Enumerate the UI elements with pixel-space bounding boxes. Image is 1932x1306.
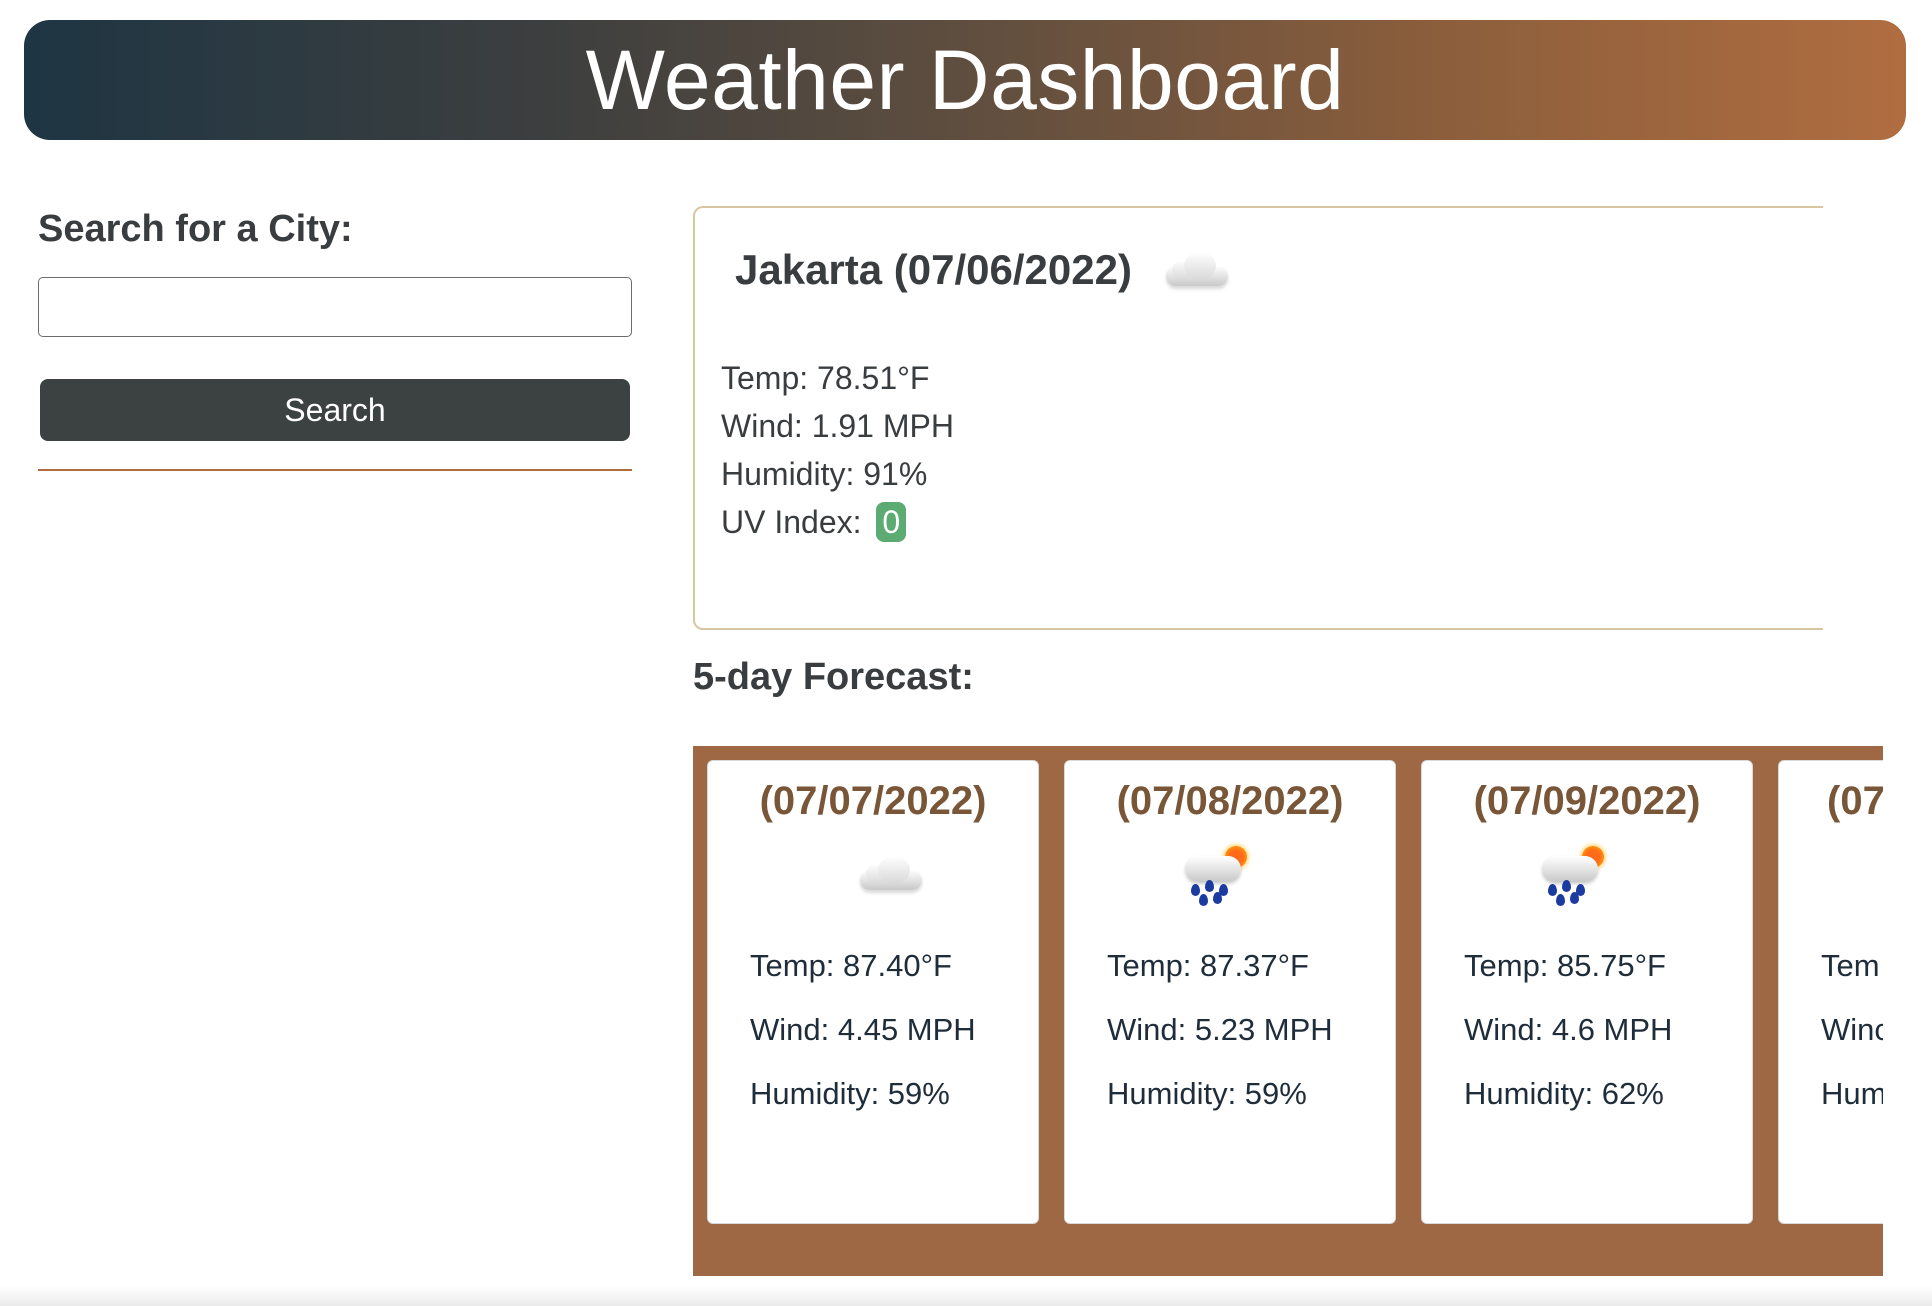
forecast-humidity: Humidity: 62% xyxy=(1464,1076,1664,1111)
forecast-temp: Temp: 87.40°F xyxy=(750,948,952,983)
uv-label: UV Index: xyxy=(721,504,871,540)
forecast-card: (07/07/2022) Temp: 87.40°F Wind: 4.45 MP… xyxy=(707,760,1039,1224)
search-sidebar: Search for a City: Search xyxy=(38,200,632,471)
current-weather-header: Jakarta (07/06/2022) xyxy=(735,246,1232,294)
uv-index-badge: 0 xyxy=(876,502,907,542)
current-weather-card: Jakarta (07/06/2022) Temp: 78.51°F Wind:… xyxy=(693,206,1823,630)
forecast-card: (07/08/2022) Temp: 87.37°F Wind: 5.23 MP… xyxy=(1064,760,1396,1224)
current-humidity: Humidity: 91% xyxy=(721,456,928,492)
forecast-wind: Wind: 5.23 MPH xyxy=(1107,1012,1333,1047)
forecast-temp: Temp: 85.75°F xyxy=(1464,948,1666,983)
forecast-wind: Wind: 4.45 MPH xyxy=(750,1012,976,1047)
forecast-heading: 5-day Forecast: xyxy=(693,656,974,698)
forecast-date: (07/08/2022) xyxy=(1116,779,1344,823)
forecast-humidity: Humidity: 59% xyxy=(750,1076,950,1111)
current-stats: Temp: 78.51°F Wind: 1.91 MPH Humidity: 9… xyxy=(721,354,954,546)
current-temp: Temp: 78.51°F xyxy=(721,360,930,396)
forecast-temp: Temp: 87.37°F xyxy=(1107,948,1309,983)
current-city-title: Jakarta (07/06/2022) xyxy=(735,246,1132,293)
forecast-card: (07 Tem Winc Hum xyxy=(1778,760,1883,1224)
page-bottom-shadow xyxy=(0,1286,1932,1306)
forecast-wind: Wind: 4.6 MPH xyxy=(1464,1012,1673,1047)
forecast-humidity: Humidity: 59% xyxy=(1107,1076,1307,1111)
forecast-wind: Winc xyxy=(1821,1012,1883,1047)
cloud-icon xyxy=(1162,250,1232,290)
app-header: Weather Dashboard xyxy=(24,20,1906,140)
forecast-humidity: Hum xyxy=(1821,1076,1883,1111)
page-title: Weather Dashboard xyxy=(585,32,1345,127)
search-label: Search for a City: xyxy=(38,208,353,250)
forecast-date: (07/07/2022) xyxy=(759,779,987,823)
forecast-card: (07/09/2022) Temp: 85.75°F Wind: 4.6 MPH… xyxy=(1421,760,1753,1224)
rain-sun-icon xyxy=(1534,842,1614,912)
forecast-date: (07/09/2022) xyxy=(1473,779,1701,823)
forecast-date: (07 xyxy=(1827,779,1883,823)
sidebar-divider xyxy=(38,469,632,471)
search-button[interactable]: Search xyxy=(40,379,630,441)
cloud-icon xyxy=(856,854,926,894)
current-wind: Wind: 1.91 MPH xyxy=(721,408,954,444)
forecast-strip: (07/07/2022) Temp: 87.40°F Wind: 4.45 MP… xyxy=(693,746,1883,1276)
city-search-input[interactable] xyxy=(38,277,632,337)
forecast-temp: Tem xyxy=(1821,948,1880,983)
rain-sun-icon xyxy=(1177,842,1257,912)
current-uv: UV Index: 0 xyxy=(721,498,954,546)
